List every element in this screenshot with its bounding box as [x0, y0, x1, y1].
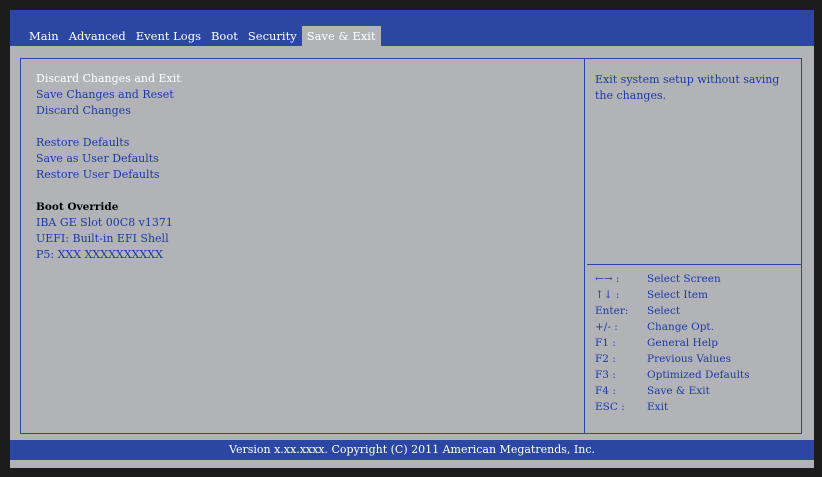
tab-main[interactable]: Main [24, 26, 64, 46]
key-label: Enter: [595, 305, 629, 317]
key-action: Previous Values [647, 353, 731, 365]
key-action: General Help [647, 337, 719, 349]
boot-option-uefi-efi-shell[interactable]: UEFI: Built-in EFI Shell [36, 231, 576, 247]
key-label: F1 : [595, 337, 616, 349]
panel-divider [584, 59, 585, 433]
key-row-previous-values: F2 : Previous Values [595, 351, 800, 367]
key-row-exit: ESC : Exit [595, 399, 800, 415]
help-divider [587, 264, 801, 265]
tab-list: Main Advanced Event Logs Boot Security S… [24, 26, 381, 46]
key-action: Optimized Defaults [647, 369, 750, 381]
key-action: Select [647, 305, 681, 317]
key-label: F2 : [595, 353, 616, 365]
boot-option-iba-ge[interactable]: IBA GE Slot 00C8 v1371 [36, 215, 576, 231]
key-label: F3 : [595, 369, 616, 381]
key-action: Save & Exit [647, 385, 710, 397]
boot-option-p5[interactable]: P5: XXX XXXXXXXXXX [36, 247, 576, 263]
key-row-change-opt: +/- : Change Opt. [595, 319, 800, 335]
tab-event-logs[interactable]: Event Logs [131, 26, 206, 46]
tab-security[interactable]: Security [243, 26, 302, 46]
key-row-select: Enter: Select [595, 303, 800, 319]
key-action: Exit [647, 401, 669, 413]
key-label: ESC : [595, 401, 625, 413]
key-label: F4 : [595, 385, 616, 397]
key-row-general-help: F1 : General Help [595, 335, 800, 351]
menu-item-save-changes-and-reset[interactable]: Save Changes and Reset [36, 87, 576, 103]
boot-override-header: Boot Override [36, 201, 119, 213]
key-row-select-item: ↑↓ : Select Item [595, 287, 800, 303]
key-row-select-screen: ←→ : Select Screen [595, 271, 800, 287]
key-label: ↑↓ : [595, 289, 620, 301]
menu-item-discard-changes[interactable]: Discard Changes [36, 103, 576, 119]
menu-item-save-as-user-defaults[interactable]: Save as User Defaults [36, 151, 576, 167]
key-label: +/- : [595, 321, 618, 333]
menu-item-restore-defaults[interactable]: Restore Defaults [36, 135, 576, 151]
key-label: ←→ : [595, 273, 620, 285]
key-action: Select Item [647, 289, 708, 301]
key-row-optimized-defaults: F3 : Optimized Defaults [595, 367, 800, 383]
tab-advanced[interactable]: Advanced [64, 26, 131, 46]
key-legend: ←→ : Select Screen ↑↓ : Select Item Enter:… [595, 271, 800, 415]
menu-item-discard-changes-and-exit[interactable]: Discard Changes and Exit [36, 71, 576, 87]
menu-gap [36, 183, 576, 199]
tab-save-exit[interactable]: Save & Exit [301, 26, 381, 46]
tab-boot[interactable]: Boot [206, 26, 243, 46]
version-footer: Version x.xx.xxxx. Copyright (C) 2011 Am… [10, 440, 814, 460]
main-panel: Discard Changes and Exit Save Changes an… [20, 58, 802, 434]
key-action: Change Opt. [647, 321, 714, 333]
key-action: Select Screen [647, 273, 721, 285]
menu-list: Discard Changes and Exit Save Changes an… [36, 71, 576, 263]
tab-bar: Main Advanced Event Logs Boot Security S… [10, 10, 814, 46]
menu-item-restore-user-defaults[interactable]: Restore User Defaults [36, 167, 576, 183]
help-text: Exit system setup without saving the cha… [595, 73, 780, 102]
key-row-save-exit: F4 : Save & Exit [595, 383, 800, 399]
bios-screen: Main Advanced Event Logs Boot Security S… [10, 10, 814, 468]
menu-gap [36, 119, 576, 135]
